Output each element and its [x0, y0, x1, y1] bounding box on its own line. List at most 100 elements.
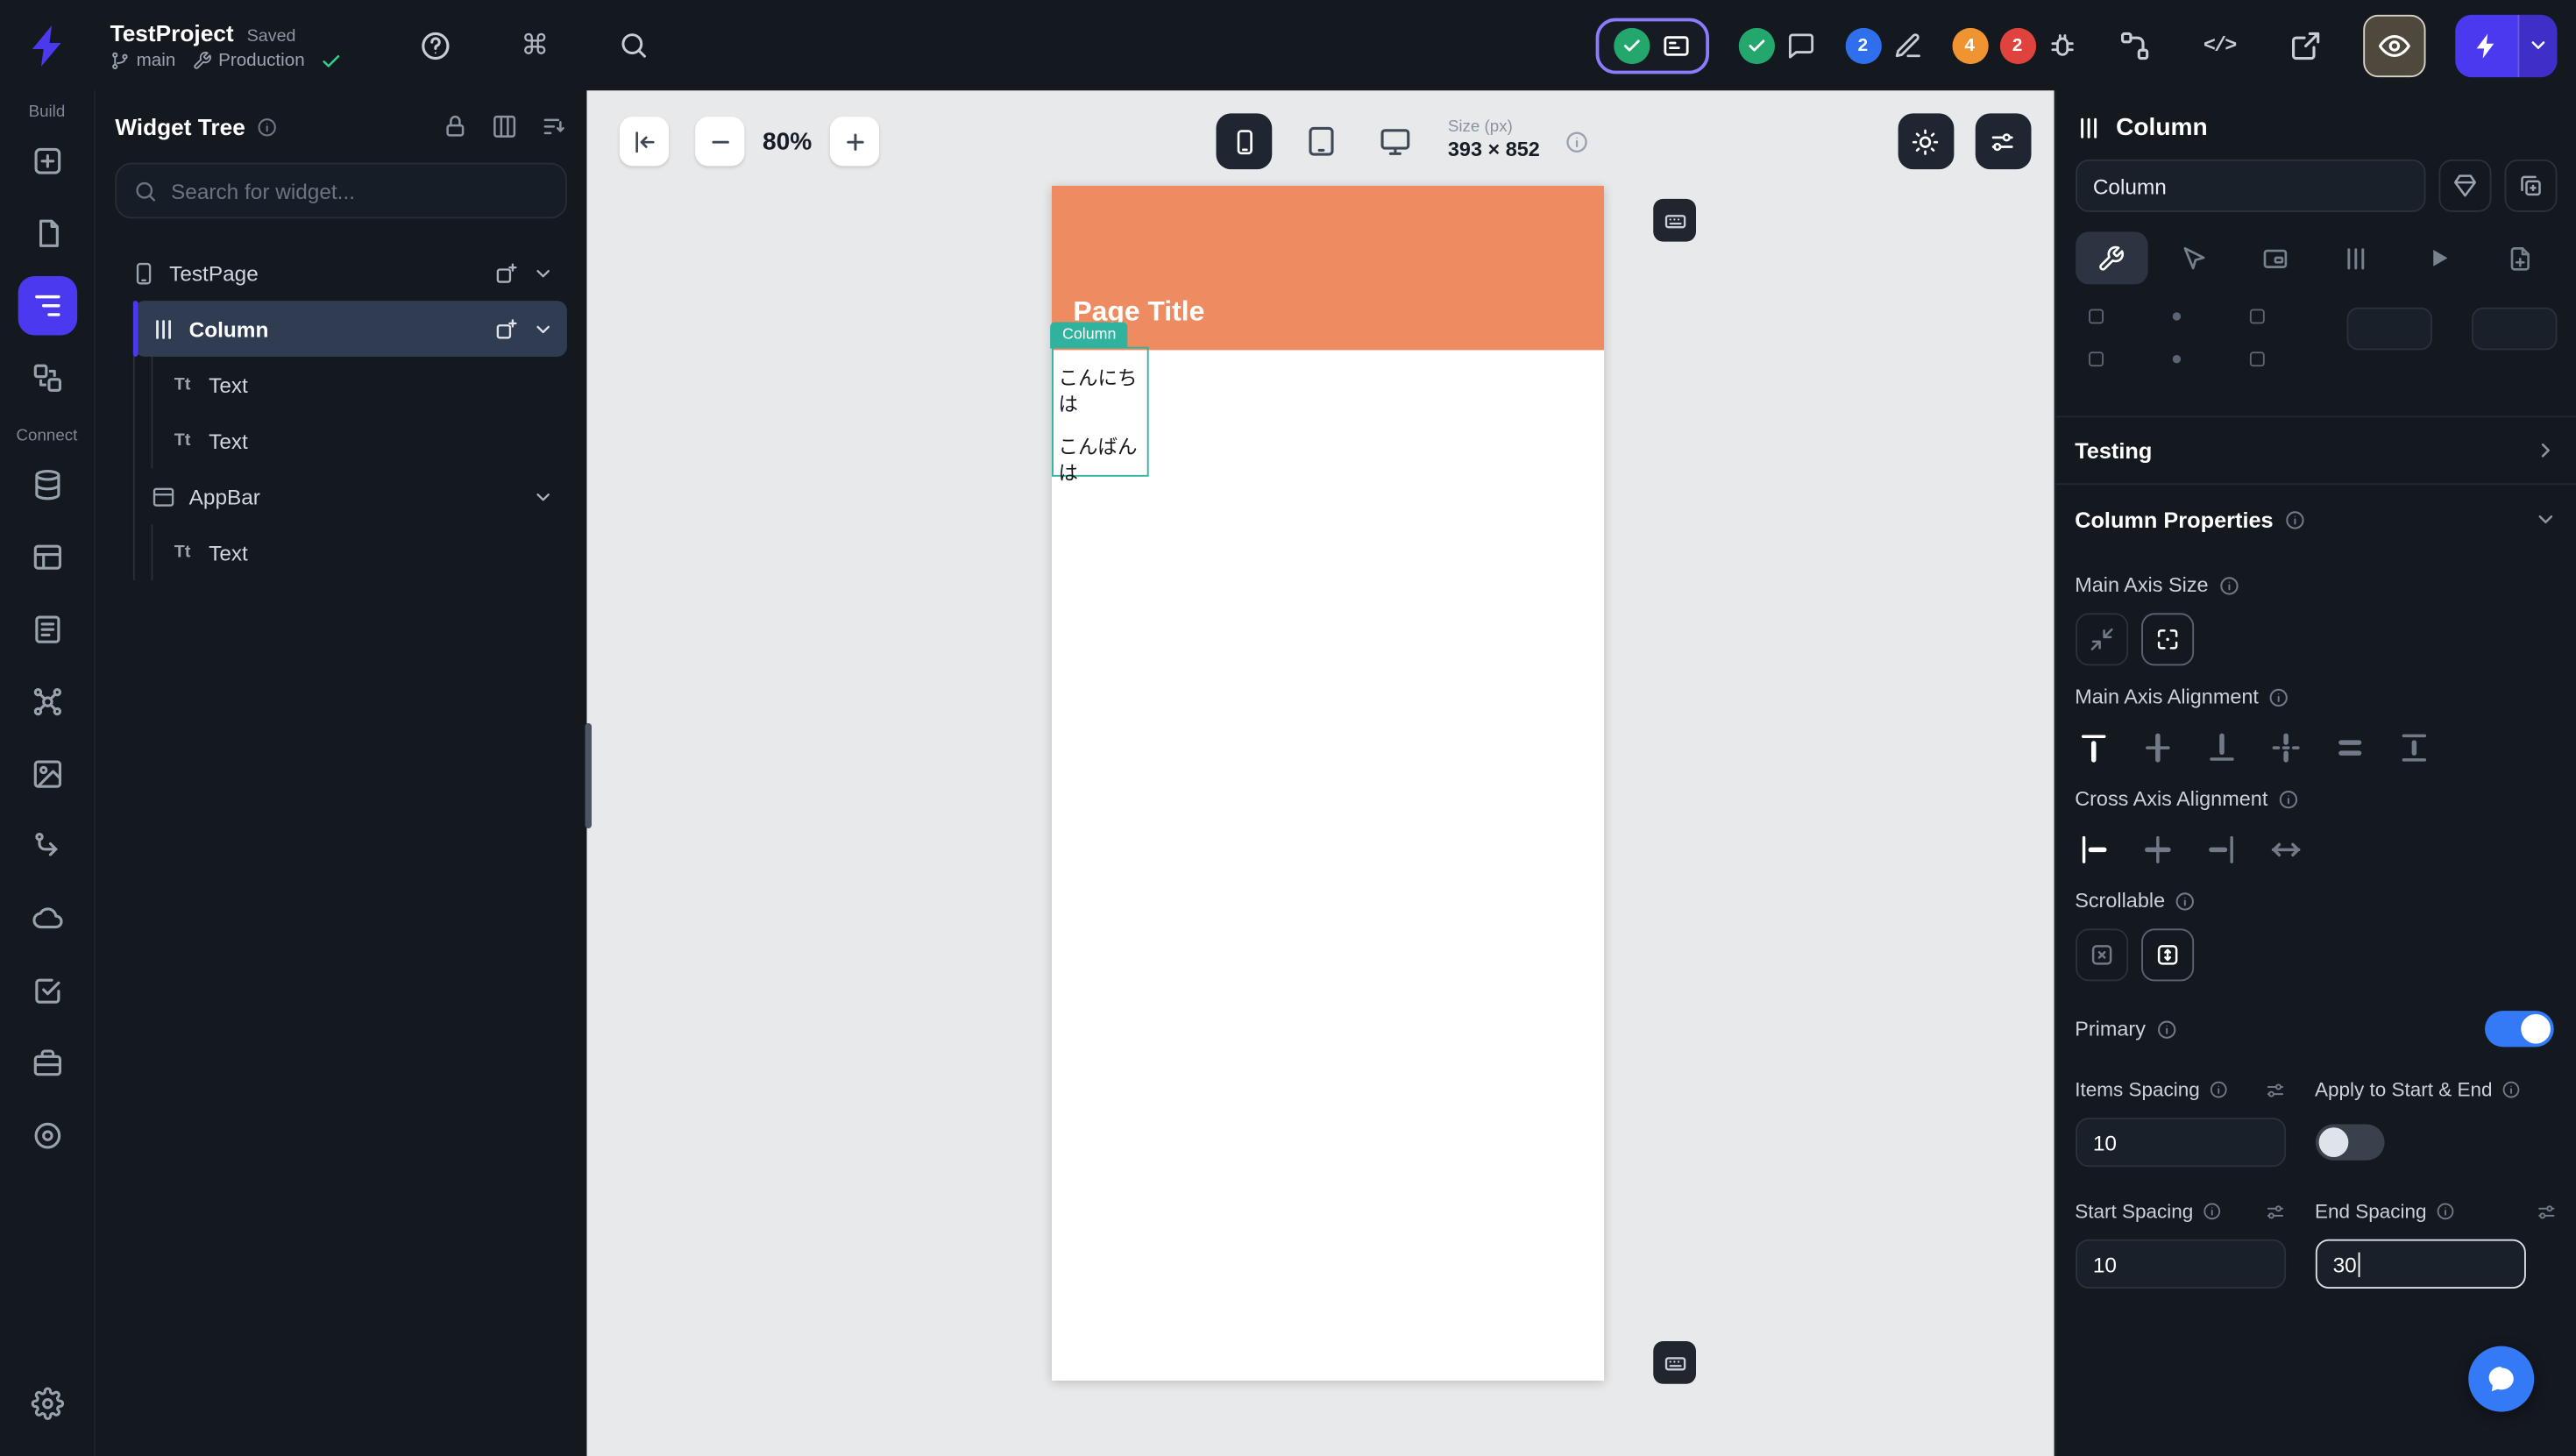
- items-spacing-input[interactable]: [2075, 1118, 2286, 1168]
- info-icon[interactable]: [2175, 890, 2196, 911]
- widget-name-input[interactable]: [2075, 159, 2425, 212]
- nav-pages[interactable]: [18, 204, 77, 264]
- preview-text[interactable]: こんばんは: [1059, 434, 1147, 487]
- main-align-space-evenly-button[interactable]: [2331, 728, 2371, 768]
- canvas-settings-button[interactable]: [1974, 113, 2031, 170]
- apply-to-start-end-toggle[interactable]: [2314, 1124, 2384, 1161]
- main-align-space-around-button[interactable]: [2267, 728, 2307, 768]
- scrollable-on-button[interactable]: [2140, 928, 2194, 982]
- add-child-widget-icon[interactable]: [494, 316, 519, 341]
- environment-selector[interactable]: Production: [192, 51, 305, 71]
- info-icon[interactable]: [2278, 788, 2299, 809]
- nav-settings[interactable]: [18, 1374, 77, 1434]
- theme-mode-button[interactable]: [1897, 113, 1954, 170]
- main-align-stretch-button[interactable]: [2395, 728, 2435, 768]
- keyboard-overlay-toggle-bottom[interactable]: [1653, 1341, 1696, 1384]
- testing-section-header[interactable]: Testing: [2054, 415, 2576, 486]
- help-button[interactable]: [408, 18, 465, 74]
- device-preview[interactable]: Page Title Column こんにちは こんばんは: [1050, 185, 1604, 1381]
- set-from-variable-icon[interactable]: [2264, 1079, 2285, 1100]
- zoom-out-button[interactable]: [695, 117, 745, 167]
- device-tablet-button[interactable]: [1296, 113, 1345, 169]
- widget-search-input[interactable]: [171, 178, 550, 203]
- chevron-down-icon[interactable]: [533, 486, 554, 507]
- cross-align-end-button[interactable]: [2203, 830, 2242, 870]
- edit-requests-badge[interactable]: 2: [1844, 26, 1922, 64]
- chevron-down-icon[interactable]: [533, 318, 554, 339]
- lock-icon[interactable]: [442, 113, 468, 139]
- nav-toolbox[interactable]: [18, 1033, 77, 1093]
- preview-button[interactable]: [2362, 13, 2425, 77]
- flutterflow-logo[interactable]: [0, 20, 94, 69]
- info-icon[interactable]: [2435, 1202, 2455, 1222]
- tree-item-text[interactable]: Tt Text: [153, 413, 567, 469]
- comments-badge[interactable]: [1737, 26, 1815, 64]
- collapse-panel-button[interactable]: [619, 117, 670, 167]
- tab-properties[interactable]: [2075, 231, 2147, 285]
- export-button[interactable]: [2277, 18, 2333, 74]
- start-spacing-input[interactable]: [2075, 1239, 2286, 1289]
- nav-integrations[interactable]: [18, 672, 77, 732]
- project-checks-badge[interactable]: [1594, 17, 1709, 74]
- project-name[interactable]: TestProject: [110, 19, 234, 46]
- info-icon[interactable]: [2501, 1080, 2521, 1100]
- nav-tests[interactable]: [18, 962, 77, 1021]
- alignment-handle[interactable]: [2248, 352, 2264, 367]
- device-phone-button[interactable]: [1216, 113, 1273, 170]
- nav-cloud-functions[interactable]: [18, 889, 77, 948]
- column-properties-section-header[interactable]: Column Properties: [2055, 485, 2576, 554]
- nav-storyboard[interactable]: [18, 349, 77, 408]
- nav-automations[interactable]: [18, 817, 77, 877]
- alignment-handle[interactable]: [2088, 352, 2104, 367]
- tab-responsiveness[interactable]: [2320, 231, 2393, 284]
- main-axis-size-min-button[interactable]: [2075, 613, 2128, 666]
- cross-align-center-button[interactable]: [2139, 830, 2178, 870]
- device-desktop-button[interactable]: [1371, 113, 1420, 169]
- design-canvas[interactable]: 80% Size (px) 393 × 852 Page Title Colum…: [586, 90, 2054, 1456]
- tab-actions[interactable]: [2157, 231, 2230, 284]
- main-align-start-button[interactable]: [2075, 728, 2114, 768]
- widget-search[interactable]: [115, 162, 567, 219]
- view-code-button[interactable]: </>: [2191, 18, 2247, 74]
- nav-add-widget[interactable]: [18, 131, 77, 191]
- info-icon[interactable]: [2285, 508, 2306, 529]
- end-spacing-input[interactable]: 30: [2314, 1239, 2525, 1289]
- main-align-center-button[interactable]: [2139, 728, 2178, 768]
- chevron-down-icon[interactable]: [2516, 13, 2557, 77]
- branch-selector[interactable]: main: [110, 51, 175, 71]
- theme-gem-button[interactable]: [2438, 159, 2491, 212]
- info-icon[interactable]: [2202, 1202, 2222, 1222]
- support-chat-button[interactable]: [2467, 1346, 2534, 1412]
- collapse-tree-icon[interactable]: [541, 113, 567, 139]
- alignment-handle[interactable]: [2248, 309, 2264, 324]
- info-icon[interactable]: [2218, 574, 2239, 595]
- info-icon[interactable]: [2208, 1080, 2228, 1100]
- zoom-level[interactable]: 80%: [763, 127, 812, 155]
- issues-badge[interactable]: 4 2: [1951, 26, 2077, 64]
- nav-database[interactable]: [18, 455, 77, 515]
- cross-align-stretch-button[interactable]: [2267, 830, 2307, 870]
- alignment-dot[interactable]: [2171, 312, 2181, 321]
- selected-widget-outline[interactable]: Column こんにちは こんばんは: [1050, 322, 1149, 485]
- main-align-end-button[interactable]: [2203, 728, 2242, 768]
- alignment-x-field[interactable]: [2345, 307, 2432, 351]
- alignment-dot[interactable]: [2171, 355, 2181, 364]
- scrollable-off-button[interactable]: [2075, 928, 2128, 982]
- run-deploy-button[interactable]: [2454, 13, 2557, 77]
- search-button[interactable]: [606, 18, 662, 74]
- info-icon[interactable]: [2155, 1019, 2176, 1040]
- primary-toggle[interactable]: [2484, 1011, 2553, 1048]
- copy-widget-button[interactable]: [2503, 159, 2557, 212]
- info-icon[interactable]: [2268, 686, 2289, 707]
- tab-documentation[interactable]: [2484, 231, 2557, 284]
- preview-appbar[interactable]: Page Title: [1052, 185, 1604, 351]
- api-workflow-button[interactable]: [2106, 18, 2162, 74]
- keyboard-overlay-toggle-top[interactable]: [1653, 198, 1696, 242]
- info-icon[interactable]: [257, 116, 278, 137]
- command-menu-button[interactable]: ⌘: [507, 18, 563, 74]
- cross-align-start-button[interactable]: [2075, 830, 2114, 870]
- set-from-variable-icon[interactable]: [2264, 1201, 2285, 1222]
- alignment-y-field[interactable]: [2471, 307, 2557, 351]
- main-axis-size-max-button[interactable]: [2140, 613, 2194, 666]
- panels-icon[interactable]: [492, 113, 518, 139]
